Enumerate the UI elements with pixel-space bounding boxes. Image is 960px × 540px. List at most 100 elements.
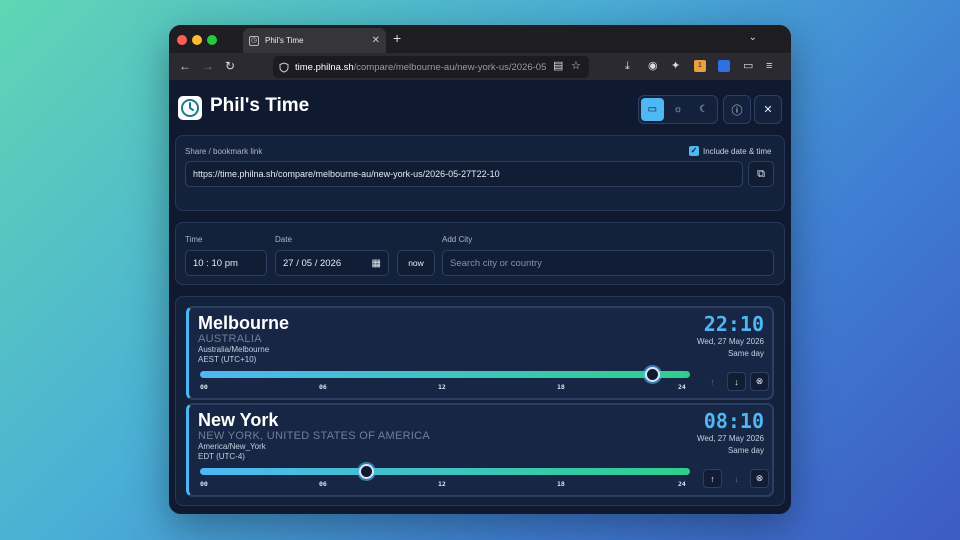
time-slider-track[interactable] [200, 371, 690, 378]
time-slider-thumb[interactable] [359, 464, 375, 479]
move-down-button[interactable]: ↓ [727, 469, 746, 488]
clock-logo-icon [178, 96, 202, 120]
city-card-melbourne: Melbourne AUSTRALIA Australia/Melbourne … [186, 306, 774, 400]
controls-card: Time 10 : 10 pm Date 27 / 05 / 2026 ▦ no… [175, 222, 785, 285]
city-name: New York [198, 410, 279, 430]
remove-city-button[interactable]: ⊗ [750, 469, 769, 488]
date-input[interactable]: 27 / 05 / 2026 ▦ [275, 250, 389, 276]
city-day-relation: Same day [727, 349, 764, 358]
city-name: Melbourne [198, 313, 290, 333]
account-icon[interactable]: ◉ [648, 59, 658, 73]
info-button[interactable]: ⓘ [723, 95, 751, 124]
close-icon: ✕ [763, 104, 773, 116]
url-path: /compare/melbourne-au/new-york-us/2026-0… [353, 61, 547, 73]
slider-tick: 00 [200, 480, 208, 488]
app-page: Phil's Time ▭ ☼ ☾ ⓘ ✕ Share / bookmark l… [169, 80, 791, 514]
time-label: Time [185, 235, 203, 244]
zoom-window-button[interactable] [207, 35, 217, 45]
arrow-down-icon: ↓ [734, 473, 739, 484]
forward-button[interactable]: → [202, 59, 214, 73]
slider-tick: 12 [438, 480, 446, 488]
copy-link-button[interactable]: ⧉ [748, 161, 774, 187]
slider-tick: 06 [319, 383, 327, 391]
calendar-icon[interactable]: ▦ [372, 258, 381, 269]
share-card: Share / bookmark link ✓ Include date & t… [175, 135, 785, 211]
menu-icon[interactable]: ≡ [766, 59, 772, 73]
slider-tick: 18 [557, 383, 565, 391]
extension-badge-icon[interactable]: 1 [694, 60, 706, 72]
city-time: 22:10 [703, 312, 764, 336]
close-panel-button[interactable]: ✕ [754, 95, 782, 124]
arrow-down-icon: ↓ [734, 376, 739, 387]
light-theme-button[interactable]: ☼ [667, 98, 690, 121]
sun-icon: ☼ [673, 104, 683, 115]
tab-close-icon[interactable]: ✕ [372, 35, 380, 46]
extensions-icon[interactable]: ✦ [671, 59, 680, 73]
move-down-button[interactable]: ↓ [727, 372, 746, 391]
list-tabs-button[interactable]: ⌄ [749, 32, 757, 43]
include-date-time-label: Include date & time [703, 146, 772, 156]
theme-switcher: ▭ ☼ ☾ [638, 95, 718, 124]
reload-button[interactable]: ↻ [225, 59, 235, 73]
city-country: NEW YORK, UNITED STATES OF AMERICA [198, 430, 431, 442]
downloads-icon[interactable]: ⤓ [625, 59, 630, 73]
remove-city-button[interactable]: ⊗ [750, 372, 769, 391]
bookmark-star-icon[interactable]: ☆ [571, 59, 581, 73]
city-country: AUSTRALIA [198, 333, 262, 345]
remove-circle-icon: ⊗ [755, 376, 764, 386]
city-search-input[interactable]: Search city or country [442, 250, 774, 276]
browser-tab[interactable]: ◷ Phil's Time ✕ [243, 28, 386, 53]
date-value: 27 / 05 / 2026 [283, 257, 342, 269]
date-label: Date [275, 235, 292, 244]
city-offset: AEST (UTC+10) [198, 355, 257, 364]
slider-tick: 00 [200, 383, 208, 391]
time-slider-track[interactable] [200, 468, 690, 475]
arrow-up-icon: ↑ [710, 473, 715, 484]
city-date: Wed, 27 May 2026 [696, 337, 764, 346]
tab-title: Phil's Time [265, 36, 304, 45]
time-slider-thumb[interactable] [645, 367, 661, 382]
share-label: Share / bookmark link [185, 147, 263, 156]
add-city-label: Add City [442, 235, 473, 244]
clock-favicon-icon: ◷ [249, 35, 259, 46]
moon-icon: ☾ [699, 104, 709, 115]
city-timezone: America/New_York [198, 442, 266, 451]
close-window-button[interactable] [177, 35, 187, 45]
reader-view-icon[interactable]: ▤ [553, 59, 563, 73]
cities-card: Melbourne AUSTRALIA Australia/Melbourne … [175, 296, 785, 506]
slider-tick: 18 [557, 480, 565, 488]
browser-toolbar: ← → ↻ time.philna.sh/compare/melbourne-a… [169, 53, 791, 80]
new-tab-button[interactable]: + [393, 30, 401, 46]
city-date: Wed, 27 May 2026 [696, 434, 764, 443]
slider-tick: 24 [678, 480, 686, 488]
slider-tick: 12 [438, 383, 446, 391]
now-button[interactable]: now [397, 250, 435, 276]
slider-tick: 06 [319, 480, 327, 488]
shield-icon [279, 61, 289, 73]
move-up-button[interactable]: ↑ [703, 372, 722, 391]
sidebar-icon[interactable]: ▭ [743, 59, 753, 73]
address-bar[interactable]: time.philna.sh/compare/melbourne-au/new-… [273, 56, 589, 78]
move-up-button[interactable]: ↑ [703, 469, 722, 488]
city-day-relation: Same day [727, 446, 764, 455]
time-input[interactable]: 10 : 10 pm [185, 250, 267, 276]
back-button[interactable]: ← [179, 59, 191, 73]
city-timezone: Australia/Melbourne [198, 345, 270, 354]
remove-circle-icon: ⊗ [755, 473, 764, 483]
arrow-up-icon: ↑ [710, 376, 715, 387]
password-manager-icon[interactable] [718, 60, 730, 72]
copy-icon: ⧉ [757, 167, 765, 180]
include-date-time-checkbox[interactable]: ✓ Include date & time [689, 146, 771, 156]
app-title: Phil's Time [210, 95, 310, 116]
tab-bar: ◷ Phil's Time ✕ + ⌄ [169, 25, 791, 53]
monitor-icon: ▭ [647, 104, 658, 115]
minimize-window-button[interactable] [192, 35, 202, 45]
share-url-field[interactable]: https://time.philna.sh/compare/melbourne… [185, 161, 743, 187]
url-domain: time.philna.sh [295, 61, 354, 73]
browser-window: ◷ Phil's Time ✕ + ⌄ ← → ↻ time.philna.sh… [169, 25, 791, 514]
dark-theme-button[interactable]: ☾ [692, 98, 715, 121]
slider-tick: 24 [678, 383, 686, 391]
system-theme-button[interactable]: ▭ [641, 98, 664, 121]
city-time: 08:10 [703, 409, 764, 433]
city-card-new-york: New York NEW YORK, UNITED STATES OF AMER… [186, 403, 774, 497]
